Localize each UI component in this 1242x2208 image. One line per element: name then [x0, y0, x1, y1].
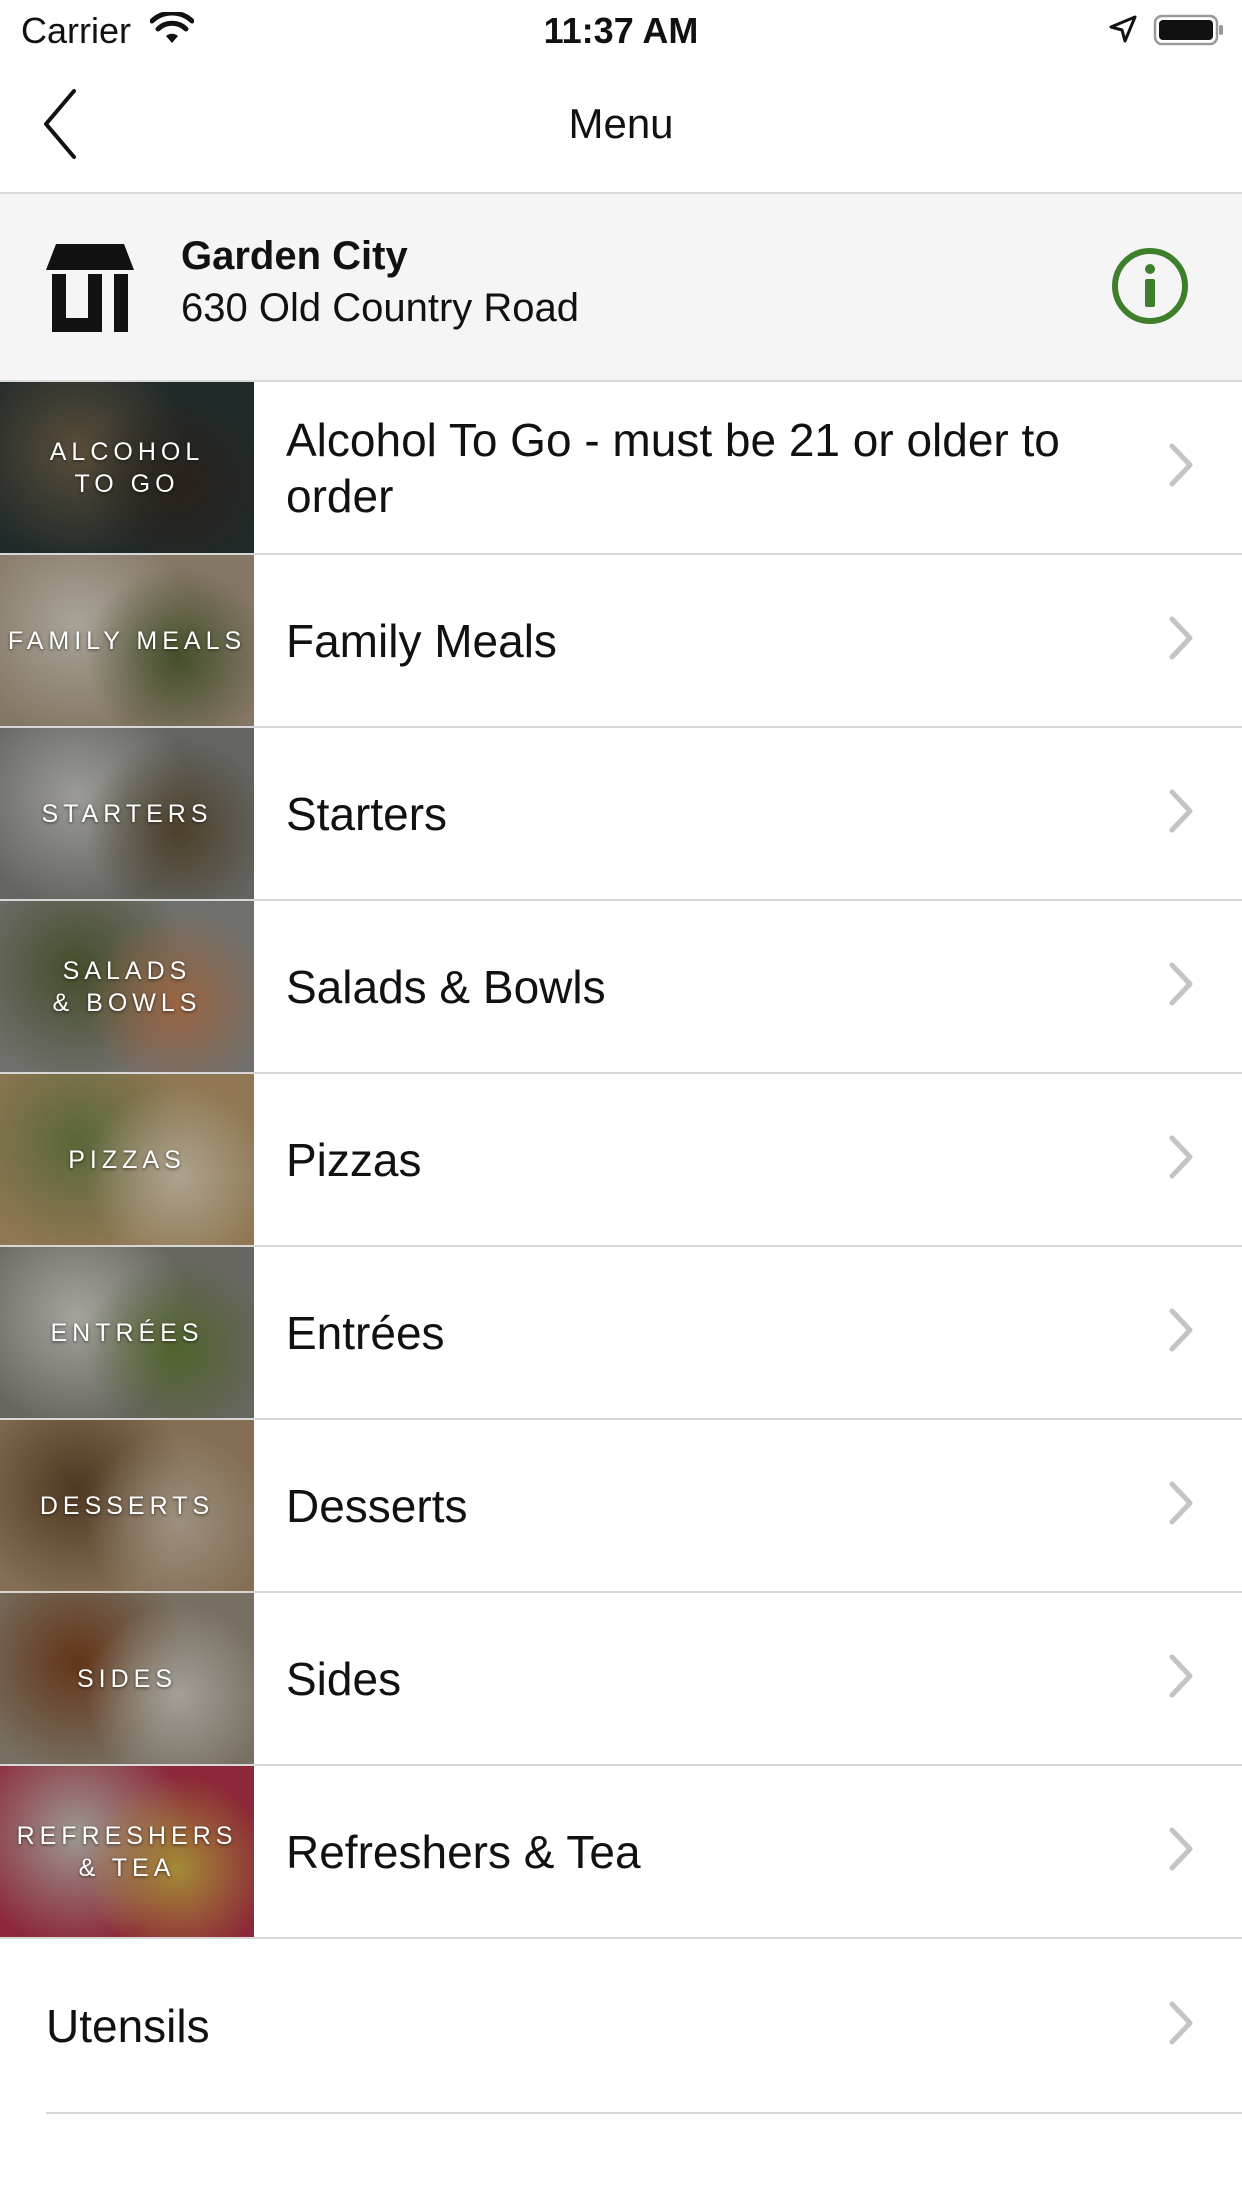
- thumbnail-label: REFRESHERS & TEA: [16, 1821, 238, 1882]
- divider: [46, 2112, 1242, 2114]
- category-label: Sides: [286, 1652, 402, 1705]
- storefront-icon: [44, 242, 136, 339]
- category-label: Refreshers & Tea: [286, 1825, 641, 1878]
- category-thumbnail: PIZZAS: [0, 1074, 254, 1245]
- chevron-right-icon: [1168, 615, 1194, 666]
- category-label: Family Meals: [286, 614, 557, 667]
- category-thumbnail: SIDES: [0, 1593, 254, 1764]
- location-arrow-icon: [1108, 14, 1138, 49]
- chevron-right-icon: [1168, 961, 1194, 1012]
- category-label: Desserts: [286, 1479, 468, 1532]
- menu-category-salads-bowls[interactable]: SALADS & BOWLS Salads & Bowls: [0, 901, 1242, 1074]
- thumbnail-label: STARTERS: [41, 799, 213, 828]
- menu-category-list: ALCOHOL TO GO Alcohol To Go - must be 21…: [0, 382, 1242, 1939]
- category-label: Salads & Bowls: [286, 960, 606, 1013]
- chevron-right-icon: [1168, 1826, 1194, 1877]
- thumbnail-label: DESSERTS: [39, 1491, 215, 1520]
- chevron-right-icon: [1168, 442, 1194, 493]
- thumbnail-label: SALADS & BOWLS: [52, 956, 202, 1017]
- navigation-bar: Menu: [0, 62, 1242, 194]
- menu-category-refreshers-tea[interactable]: REFRESHERS & TEA Refreshers & Tea: [0, 1766, 1242, 1939]
- page-title: Menu: [568, 100, 674, 147]
- thumbnail-label: ENTRÉES: [50, 1318, 204, 1347]
- category-label: Alcohol To Go - must be 21 or older to o…: [286, 413, 1060, 522]
- store-info-button[interactable]: [1110, 246, 1190, 326]
- category-thumbnail: ENTRÉES: [0, 1247, 254, 1418]
- category-thumbnail: SALADS & BOWLS: [0, 901, 254, 1072]
- menu-category-pizzas[interactable]: PIZZAS Pizzas: [0, 1074, 1242, 1247]
- thumbnail-label: SIDES: [76, 1664, 178, 1693]
- thumbnail-label: FAMILY MEALS: [7, 626, 247, 655]
- menu-category-starters[interactable]: STARTERS Starters: [0, 728, 1242, 901]
- status-bar: Carrier 11:37 AM: [0, 0, 1242, 62]
- thumbnail-label: ALCOHOL TO GO: [49, 437, 205, 498]
- category-label: Entrées: [286, 1306, 445, 1359]
- menu-category-entrees[interactable]: ENTRÉES Entrées: [0, 1247, 1242, 1420]
- category-label: Utensils: [46, 2000, 210, 2052]
- chevron-right-icon: [1168, 788, 1194, 839]
- menu-category-sides[interactable]: SIDES Sides: [0, 1593, 1242, 1766]
- thumbnail-label: PIZZAS: [68, 1145, 186, 1174]
- category-thumbnail: ALCOHOL TO GO: [0, 382, 254, 553]
- chevron-right-icon: [1168, 2000, 1194, 2051]
- store-name: Garden City: [181, 234, 408, 278]
- store-header: Garden City 630 Old Country Road: [0, 194, 1242, 382]
- category-thumbnail: STARTERS: [0, 728, 254, 899]
- store-address: 630 Old Country Road: [181, 286, 580, 330]
- menu-category-utensils[interactable]: Utensils: [0, 1938, 1242, 2114]
- menu-category-desserts[interactable]: DESSERTS Desserts: [0, 1420, 1242, 1593]
- category-thumbnail: DESSERTS: [0, 1420, 254, 1591]
- chevron-right-icon: [1168, 1653, 1194, 1704]
- chevron-right-icon: [1168, 1134, 1194, 1185]
- category-thumbnail: REFRESHERS & TEA: [0, 1766, 254, 1937]
- chevron-right-icon: [1168, 1307, 1194, 1358]
- category-label: Pizzas: [286, 1133, 422, 1186]
- category-thumbnail: FAMILY MEALS: [0, 555, 254, 726]
- menu-category-family-meals[interactable]: FAMILY MEALS Family Meals: [0, 555, 1242, 728]
- battery-icon: [1153, 14, 1225, 51]
- menu-category-alcohol-to-go[interactable]: ALCOHOL TO GO Alcohol To Go - must be 21…: [0, 382, 1242, 555]
- chevron-right-icon: [1168, 1480, 1194, 1531]
- info-icon: [1112, 248, 1188, 324]
- category-label: Starters: [286, 787, 448, 840]
- clock: 11:37 AM: [543, 10, 699, 51]
